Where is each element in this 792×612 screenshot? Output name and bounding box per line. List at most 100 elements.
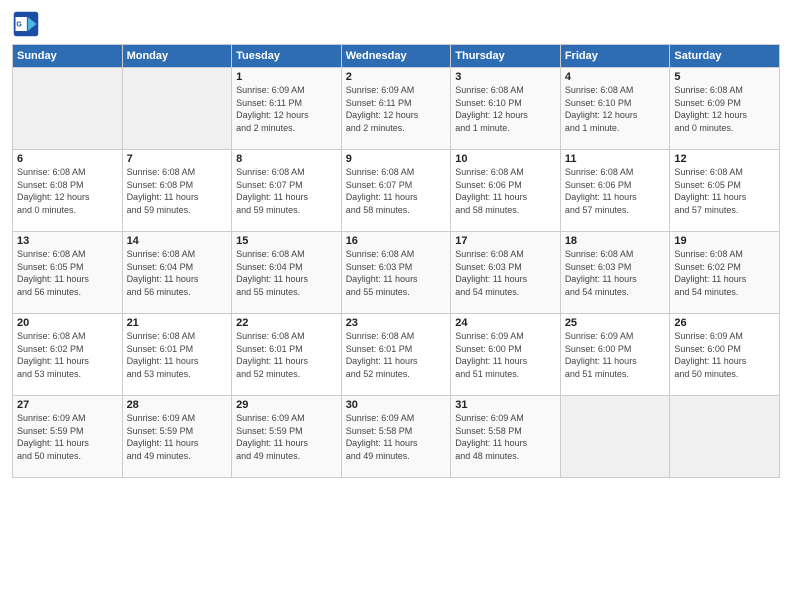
day-number: 24 xyxy=(455,317,556,329)
day-cell: 22Sunrise: 6:08 AM Sunset: 6:01 PM Dayli… xyxy=(232,314,342,396)
day-cell: 9Sunrise: 6:08 AM Sunset: 6:07 PM Daylig… xyxy=(341,150,451,232)
day-cell: 11Sunrise: 6:08 AM Sunset: 6:06 PM Dayli… xyxy=(560,150,670,232)
day-info: Sunrise: 6:09 AM Sunset: 5:58 PM Dayligh… xyxy=(455,412,556,462)
day-number: 11 xyxy=(565,153,666,165)
day-info: Sunrise: 6:09 AM Sunset: 5:59 PM Dayligh… xyxy=(127,412,228,462)
day-info: Sunrise: 6:09 AM Sunset: 6:00 PM Dayligh… xyxy=(455,330,556,380)
day-cell: 5Sunrise: 6:08 AM Sunset: 6:09 PM Daylig… xyxy=(670,68,780,150)
day-cell: 13Sunrise: 6:08 AM Sunset: 6:05 PM Dayli… xyxy=(13,232,123,314)
day-info: Sunrise: 6:08 AM Sunset: 6:09 PM Dayligh… xyxy=(674,84,775,134)
day-cell: 14Sunrise: 6:08 AM Sunset: 6:04 PM Dayli… xyxy=(122,232,232,314)
day-info: Sunrise: 6:08 AM Sunset: 6:08 PM Dayligh… xyxy=(17,166,118,216)
day-cell: 24Sunrise: 6:09 AM Sunset: 6:00 PM Dayli… xyxy=(451,314,561,396)
logo-icon: G xyxy=(12,10,40,38)
column-header-friday: Friday xyxy=(560,45,670,68)
day-cell xyxy=(122,68,232,150)
logo: G xyxy=(12,10,44,38)
day-info: Sunrise: 6:08 AM Sunset: 6:01 PM Dayligh… xyxy=(236,330,337,380)
day-info: Sunrise: 6:08 AM Sunset: 6:05 PM Dayligh… xyxy=(17,248,118,298)
day-number: 19 xyxy=(674,235,775,247)
day-number: 31 xyxy=(455,399,556,411)
day-info: Sunrise: 6:08 AM Sunset: 6:04 PM Dayligh… xyxy=(127,248,228,298)
day-info: Sunrise: 6:08 AM Sunset: 6:05 PM Dayligh… xyxy=(674,166,775,216)
day-info: Sunrise: 6:09 AM Sunset: 6:00 PM Dayligh… xyxy=(674,330,775,380)
day-number: 1 xyxy=(236,71,337,83)
page-container: G SundayMondayTuesdayWednesdayThursdayFr… xyxy=(0,0,792,488)
day-cell: 20Sunrise: 6:08 AM Sunset: 6:02 PM Dayli… xyxy=(13,314,123,396)
day-cell xyxy=(13,68,123,150)
day-cell: 28Sunrise: 6:09 AM Sunset: 5:59 PM Dayli… xyxy=(122,396,232,478)
day-cell: 23Sunrise: 6:08 AM Sunset: 6:01 PM Dayli… xyxy=(341,314,451,396)
day-number: 28 xyxy=(127,399,228,411)
calendar-table: SundayMondayTuesdayWednesdayThursdayFrid… xyxy=(12,44,780,478)
day-number: 25 xyxy=(565,317,666,329)
day-number: 3 xyxy=(455,71,556,83)
week-row-5: 27Sunrise: 6:09 AM Sunset: 5:59 PM Dayli… xyxy=(13,396,780,478)
header: G xyxy=(12,10,780,38)
day-cell: 31Sunrise: 6:09 AM Sunset: 5:58 PM Dayli… xyxy=(451,396,561,478)
day-cell: 7Sunrise: 6:08 AM Sunset: 6:08 PM Daylig… xyxy=(122,150,232,232)
day-info: Sunrise: 6:08 AM Sunset: 6:06 PM Dayligh… xyxy=(455,166,556,216)
week-row-4: 20Sunrise: 6:08 AM Sunset: 6:02 PM Dayli… xyxy=(13,314,780,396)
svg-text:G: G xyxy=(16,22,22,29)
day-number: 12 xyxy=(674,153,775,165)
day-cell xyxy=(670,396,780,478)
day-info: Sunrise: 6:09 AM Sunset: 6:00 PM Dayligh… xyxy=(565,330,666,380)
column-header-monday: Monday xyxy=(122,45,232,68)
day-cell: 8Sunrise: 6:08 AM Sunset: 6:07 PM Daylig… xyxy=(232,150,342,232)
day-info: Sunrise: 6:09 AM Sunset: 6:11 PM Dayligh… xyxy=(236,84,337,134)
day-number: 8 xyxy=(236,153,337,165)
week-row-3: 13Sunrise: 6:08 AM Sunset: 6:05 PM Dayli… xyxy=(13,232,780,314)
day-number: 21 xyxy=(127,317,228,329)
day-cell: 21Sunrise: 6:08 AM Sunset: 6:01 PM Dayli… xyxy=(122,314,232,396)
day-number: 2 xyxy=(346,71,447,83)
day-info: Sunrise: 6:08 AM Sunset: 6:10 PM Dayligh… xyxy=(455,84,556,134)
day-cell: 15Sunrise: 6:08 AM Sunset: 6:04 PM Dayli… xyxy=(232,232,342,314)
day-info: Sunrise: 6:08 AM Sunset: 6:03 PM Dayligh… xyxy=(565,248,666,298)
day-cell: 29Sunrise: 6:09 AM Sunset: 5:59 PM Dayli… xyxy=(232,396,342,478)
day-cell: 3Sunrise: 6:08 AM Sunset: 6:10 PM Daylig… xyxy=(451,68,561,150)
day-cell: 6Sunrise: 6:08 AM Sunset: 6:08 PM Daylig… xyxy=(13,150,123,232)
day-number: 17 xyxy=(455,235,556,247)
day-info: Sunrise: 6:08 AM Sunset: 6:06 PM Dayligh… xyxy=(565,166,666,216)
day-number: 9 xyxy=(346,153,447,165)
day-number: 7 xyxy=(127,153,228,165)
day-number: 15 xyxy=(236,235,337,247)
column-header-wednesday: Wednesday xyxy=(341,45,451,68)
day-info: Sunrise: 6:09 AM Sunset: 5:59 PM Dayligh… xyxy=(17,412,118,462)
day-cell: 2Sunrise: 6:09 AM Sunset: 6:11 PM Daylig… xyxy=(341,68,451,150)
week-row-2: 6Sunrise: 6:08 AM Sunset: 6:08 PM Daylig… xyxy=(13,150,780,232)
day-cell xyxy=(560,396,670,478)
day-number: 10 xyxy=(455,153,556,165)
day-cell: 16Sunrise: 6:08 AM Sunset: 6:03 PM Dayli… xyxy=(341,232,451,314)
day-number: 16 xyxy=(346,235,447,247)
day-cell: 1Sunrise: 6:09 AM Sunset: 6:11 PM Daylig… xyxy=(232,68,342,150)
day-info: Sunrise: 6:08 AM Sunset: 6:02 PM Dayligh… xyxy=(674,248,775,298)
day-number: 4 xyxy=(565,71,666,83)
header-row: SundayMondayTuesdayWednesdayThursdayFrid… xyxy=(13,45,780,68)
day-number: 26 xyxy=(674,317,775,329)
day-number: 20 xyxy=(17,317,118,329)
day-cell: 12Sunrise: 6:08 AM Sunset: 6:05 PM Dayli… xyxy=(670,150,780,232)
column-header-thursday: Thursday xyxy=(451,45,561,68)
day-cell: 19Sunrise: 6:08 AM Sunset: 6:02 PM Dayli… xyxy=(670,232,780,314)
day-number: 18 xyxy=(565,235,666,247)
day-cell: 10Sunrise: 6:08 AM Sunset: 6:06 PM Dayli… xyxy=(451,150,561,232)
day-info: Sunrise: 6:08 AM Sunset: 6:10 PM Dayligh… xyxy=(565,84,666,134)
column-header-sunday: Sunday xyxy=(13,45,123,68)
day-number: 5 xyxy=(674,71,775,83)
day-number: 23 xyxy=(346,317,447,329)
week-row-1: 1Sunrise: 6:09 AM Sunset: 6:11 PM Daylig… xyxy=(13,68,780,150)
day-cell: 4Sunrise: 6:08 AM Sunset: 6:10 PM Daylig… xyxy=(560,68,670,150)
day-cell: 27Sunrise: 6:09 AM Sunset: 5:59 PM Dayli… xyxy=(13,396,123,478)
day-number: 6 xyxy=(17,153,118,165)
day-cell: 25Sunrise: 6:09 AM Sunset: 6:00 PM Dayli… xyxy=(560,314,670,396)
day-info: Sunrise: 6:08 AM Sunset: 6:01 PM Dayligh… xyxy=(346,330,447,380)
day-number: 27 xyxy=(17,399,118,411)
day-info: Sunrise: 6:08 AM Sunset: 6:07 PM Dayligh… xyxy=(236,166,337,216)
day-info: Sunrise: 6:08 AM Sunset: 6:02 PM Dayligh… xyxy=(17,330,118,380)
column-header-tuesday: Tuesday xyxy=(232,45,342,68)
day-info: Sunrise: 6:08 AM Sunset: 6:03 PM Dayligh… xyxy=(346,248,447,298)
day-number: 30 xyxy=(346,399,447,411)
day-cell: 26Sunrise: 6:09 AM Sunset: 6:00 PM Dayli… xyxy=(670,314,780,396)
